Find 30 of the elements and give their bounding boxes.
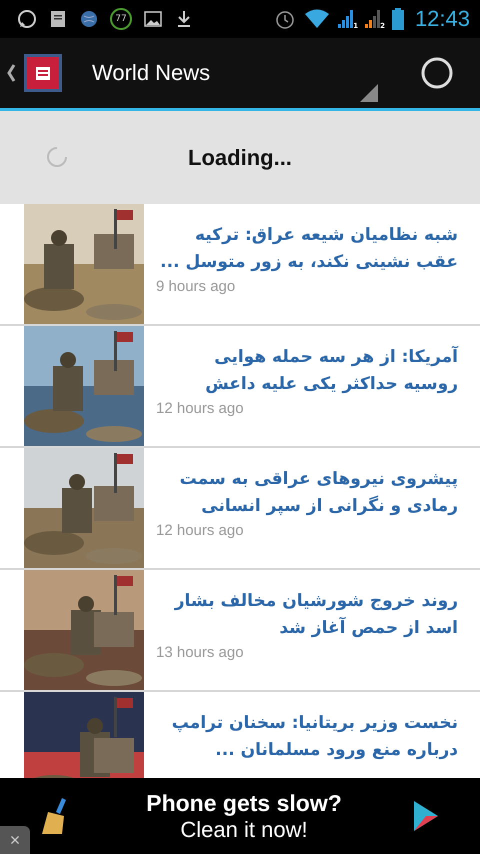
wifi-icon [303,8,332,30]
signal-icon [337,8,356,30]
timestamp: 13 hours ago [156,644,245,661]
battery-icon [390,7,405,31]
progress-spinner-icon [420,56,454,90]
ad-banner[interactable]: Phone gets slow? Clean it now! × [0,778,480,854]
headline[interactable]: نخست وزیر بریتانیا: سخنان ترامپ درباره منع ورود مسلمانان ... [156,710,458,764]
dropdown-corner-icon[interactable] [360,84,378,102]
ad-headline: Phone gets slow? [146,790,342,816]
timestamp: 12 hours ago [156,400,245,417]
close-button[interactable]: × [0,826,30,854]
clock: 12:43 [414,6,470,32]
screen-title: World News [92,60,210,86]
loading-text: Loading... [188,144,292,170]
chat-icon [16,8,38,30]
count-badge: 77 [110,8,132,30]
headline[interactable]: آمریکا: از هر سه حمله هوایی روسیه حداکثر یکی علیه داعش [156,344,458,398]
headline[interactable]: روند خروج شورشیان مخالف بشار اسد از حمص آغاز شد [156,588,458,642]
ad-subline: Clean it now! [180,816,308,842]
progress-spinner-icon [46,146,68,168]
notes-icon [48,8,68,30]
back-icon[interactable] [6,63,16,83]
headline[interactable]: شبه نظامیان شیعه عراق: ترکیه عقب نشینی نکند، به زور متوسل ... [156,222,458,276]
play-store-icon [412,799,440,833]
headline[interactable]: پیشروی نیروهای عراقی به سمت رمادی و نگرانی از سپر انسانی [156,466,458,520]
timestamp: 12 hours ago [156,522,245,539]
signal-icon [364,8,382,30]
app-logo-icon[interactable] [24,54,62,92]
globe-icon [78,8,100,30]
timestamp: 9 hours ago [156,278,236,295]
